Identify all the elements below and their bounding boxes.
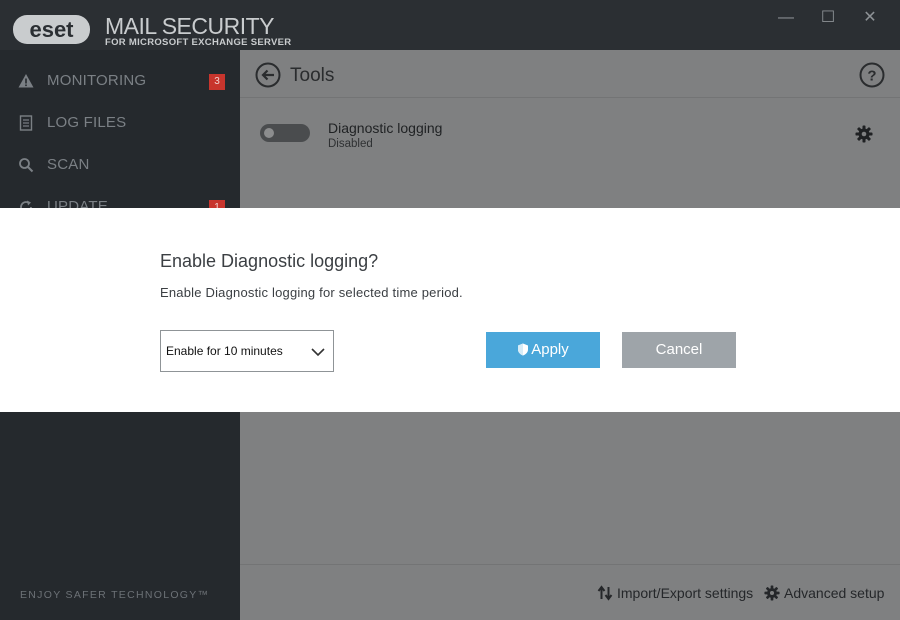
minimize-button[interactable]: — xyxy=(772,9,800,27)
page-footer: Import/Export settings Advanced setup xyxy=(240,564,900,620)
sidebar-item-label: SCAN xyxy=(47,156,90,173)
gear-icon[interactable] xyxy=(855,125,873,143)
apply-button[interactable]: Apply xyxy=(486,332,600,368)
logo-text: eset xyxy=(29,17,74,42)
search-icon xyxy=(19,158,34,173)
import-export-label: Import/Export settings xyxy=(617,585,754,601)
enable-diagnostic-logging-dialog: Enable Diagnostic logging? Enable Diagno… xyxy=(0,208,900,412)
product-name: MAIL SECURITY xyxy=(105,13,275,39)
warning-icon xyxy=(18,74,34,88)
eset-logo: eset xyxy=(13,15,90,44)
product-brand: MAIL SECURITY FOR MICROSOFT EXCHANGE SER… xyxy=(105,14,291,48)
svg-text:?: ? xyxy=(867,68,876,85)
notification-badge: 3 xyxy=(209,74,225,90)
tagline: ENJOY SAFER TECHNOLOGY™ xyxy=(20,589,210,601)
diagnostic-logging-toggle[interactable] xyxy=(260,124,310,142)
tool-name: Diagnostic logging xyxy=(328,120,443,136)
title-bar: eset MAIL SECURITY FOR MICROSOFT EXCHANG… xyxy=(0,0,900,50)
tool-status: Disabled xyxy=(328,138,373,150)
log-files-icon xyxy=(19,115,33,131)
help-icon[interactable]: ? xyxy=(859,62,885,88)
sidebar-item-monitoring[interactable]: MONITORING 3 xyxy=(0,60,240,102)
sidebar-item-scan[interactable]: SCAN xyxy=(0,144,240,186)
select-value: Enable for 10 minutes xyxy=(166,344,283,358)
sidebar-item-label: LOG FILES xyxy=(47,114,127,131)
tool-row-diagnostic-logging: Diagnostic logging Disabled xyxy=(240,116,900,156)
shield-icon xyxy=(518,343,529,356)
dialog-description: Enable Diagnostic logging for selected t… xyxy=(160,285,463,300)
back-arrow-icon[interactable] xyxy=(255,62,281,88)
cancel-button[interactable]: Cancel xyxy=(622,332,736,368)
time-period-select[interactable]: Enable for 10 minutes xyxy=(160,330,334,372)
dialog-title: Enable Diagnostic logging? xyxy=(160,251,379,271)
close-button[interactable]: ✕ xyxy=(856,9,884,27)
import-export-icon xyxy=(597,585,613,601)
page-title: Tools xyxy=(290,65,335,86)
product-subtitle: FOR MICROSOFT EXCHANGE SERVER xyxy=(105,37,292,48)
apply-label: Apply xyxy=(531,341,569,358)
sidebar-item-log-files[interactable]: LOG FILES xyxy=(0,102,240,144)
sidebar-item-label: MONITORING xyxy=(47,72,147,89)
advanced-setup-label: Advanced setup xyxy=(784,585,885,601)
gear-icon xyxy=(764,585,780,601)
page-header: Tools ? xyxy=(240,50,900,98)
import-export-link[interactable]: Import/Export settings xyxy=(597,585,753,601)
toggle-knob xyxy=(264,128,274,138)
chevron-down-icon xyxy=(311,348,325,357)
advanced-setup-link[interactable]: Advanced setup xyxy=(764,585,884,601)
maximize-button[interactable]: ☐ xyxy=(814,9,842,27)
